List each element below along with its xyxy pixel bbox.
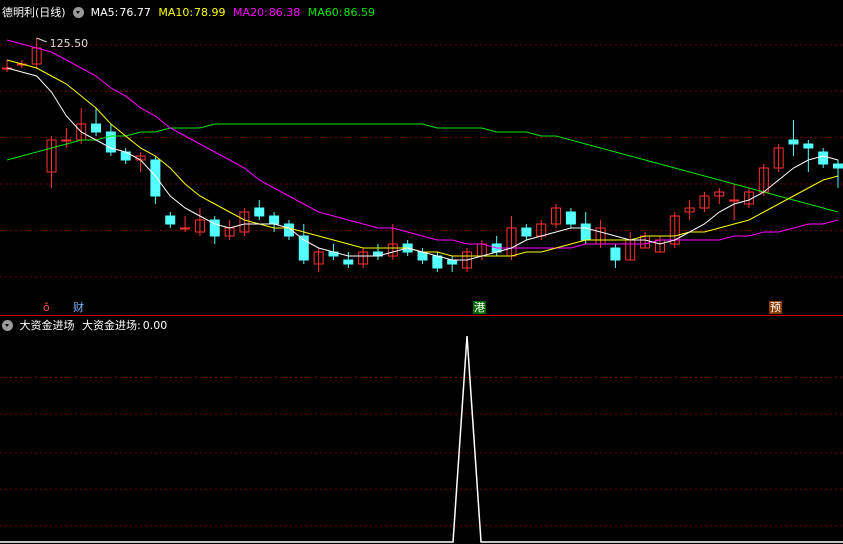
ma10-line xyxy=(6,59,839,257)
candle-body xyxy=(833,163,843,169)
candle-body xyxy=(818,151,829,165)
candle-body xyxy=(269,215,280,225)
candle-body xyxy=(788,139,799,145)
candle-body xyxy=(610,247,621,261)
event-marker-hk[interactable]: 港 xyxy=(473,301,486,314)
candle-body xyxy=(580,223,591,241)
event-marker-finance[interactable]: 财 xyxy=(72,301,85,314)
candle-body xyxy=(447,259,458,265)
candle-body xyxy=(521,227,532,237)
max-price-label: 125.50 xyxy=(50,37,89,50)
max-price-pointer xyxy=(36,37,47,43)
candle-body xyxy=(61,139,72,142)
event-marker-forecast[interactable]: 预 xyxy=(769,301,782,314)
indicator-panel[interactable]: 大资金进场 大资金进场: 0.00 xyxy=(0,316,843,544)
candle-body xyxy=(565,211,576,225)
candle-body xyxy=(343,259,354,265)
price-panel[interactable]: 德明利(日线) MA5:76.77 MA10:78.99 MA20:86.38 … xyxy=(0,0,843,316)
ma5-line xyxy=(6,67,839,261)
candle-body xyxy=(165,215,176,225)
candle-body xyxy=(729,199,740,202)
event-marker-1[interactable]: ǒ xyxy=(42,301,51,314)
candle-body xyxy=(150,159,161,197)
candle-body xyxy=(180,227,191,230)
indicator-chart[interactable] xyxy=(0,316,843,544)
candle-body xyxy=(432,255,443,269)
candle-body xyxy=(254,207,265,217)
candlestick-chart[interactable]: 125.50 xyxy=(0,0,843,315)
candle-body xyxy=(91,123,102,133)
indicator-line xyxy=(0,335,843,543)
candle-body xyxy=(803,143,814,149)
